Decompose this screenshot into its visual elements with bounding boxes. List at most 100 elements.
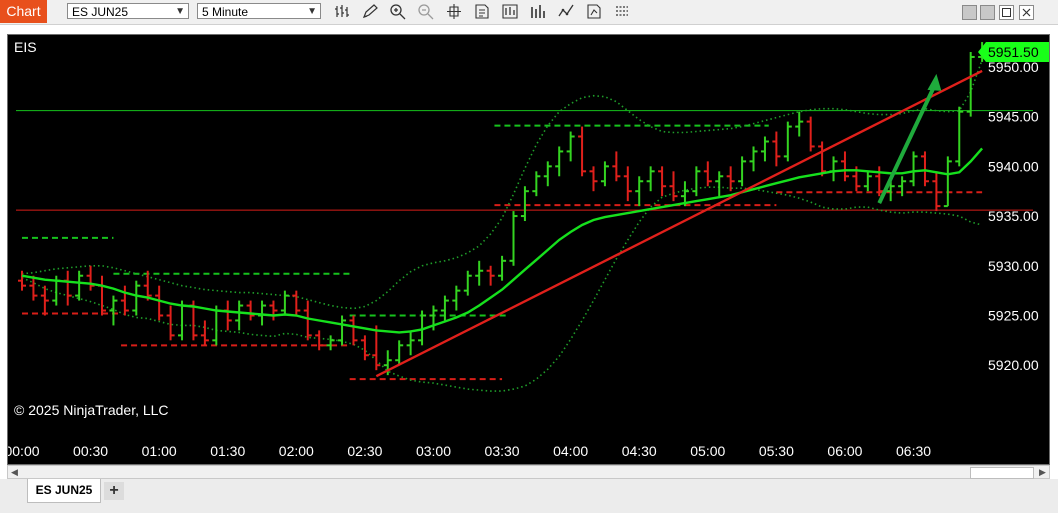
ohlc-bar xyxy=(578,126,587,177)
ohlc-bar xyxy=(635,176,644,207)
ohlc-bar xyxy=(338,315,347,346)
ohlc-bar xyxy=(623,166,632,202)
arrow-line xyxy=(877,85,937,204)
ohlc-bar xyxy=(452,285,461,311)
add-tab-button[interactable]: + xyxy=(104,482,124,500)
restore-icon[interactable] xyxy=(999,5,1014,20)
ohlc-bar xyxy=(200,320,209,346)
ohlc-bar xyxy=(669,171,678,202)
ohlc-bar xyxy=(532,171,541,197)
interval-value: 5 Minute xyxy=(202,5,249,19)
crosshair-icon[interactable] xyxy=(445,3,463,20)
window-2-icon[interactable] xyxy=(980,5,995,20)
ohlc-bar xyxy=(86,265,95,291)
zoom-in-icon[interactable] xyxy=(389,3,407,20)
horizontal-scrollbar[interactable]: ◀ ▶ xyxy=(7,465,1050,479)
x-axis-tick-label: 04:30 xyxy=(622,443,657,459)
x-axis-tick-label: 03:00 xyxy=(416,443,451,459)
y-axis-tick-label: 5925.00 xyxy=(988,307,1039,323)
y-axis-tick-label: 5945.00 xyxy=(988,109,1039,125)
ohlc-bar xyxy=(692,166,701,197)
ohlc-bar xyxy=(909,151,918,187)
ohlc-bar xyxy=(303,300,312,341)
arrow-head xyxy=(927,73,942,91)
templates-icon[interactable] xyxy=(613,3,631,20)
zoom-out-icon[interactable] xyxy=(417,3,435,20)
ohlc-bar xyxy=(509,211,518,266)
scroll-left-icon[interactable]: ◀ xyxy=(11,466,18,478)
properties-icon[interactable] xyxy=(473,3,491,20)
ohlc-bar xyxy=(326,335,335,351)
ohlc-bar xyxy=(738,156,747,187)
x-axis-tick-label: 01:30 xyxy=(210,443,245,459)
ohlc-bar xyxy=(920,151,929,187)
data-box-icon[interactable] xyxy=(501,3,519,20)
scroll-right-icon[interactable]: ▶ xyxy=(1039,466,1046,478)
ohlc-bar xyxy=(840,151,849,182)
y-axis-tick-label: 5935.00 xyxy=(988,208,1039,224)
ohlc-bar xyxy=(440,295,449,321)
ohlc-bar xyxy=(943,156,952,208)
bar-type-icon[interactable] xyxy=(333,3,351,20)
ohlc-bar xyxy=(29,275,38,301)
close-icon[interactable] xyxy=(1019,5,1034,20)
ohlc-bar xyxy=(783,121,792,162)
chart-toolbar: Chart ES JUN25 ▼ 5 Minute ▼ xyxy=(0,0,1058,25)
ohlc-bar xyxy=(155,285,164,321)
ohlc-bar xyxy=(806,116,815,152)
ohlc-bar xyxy=(829,156,838,182)
ohlc-bar xyxy=(63,270,72,306)
ohlc-bar xyxy=(269,300,278,321)
y-axis-tick-label: 5940.00 xyxy=(988,158,1039,174)
ohlc-bar xyxy=(463,270,472,296)
current-price-label: 5951.50 xyxy=(988,44,1039,60)
ohlc-bar xyxy=(406,330,415,356)
ohlc-bar xyxy=(120,285,129,316)
x-axis-tick-label: 02:30 xyxy=(347,443,382,459)
ohlc-bar xyxy=(658,166,667,197)
strategies-icon[interactable] xyxy=(585,3,603,20)
ohlc-bar xyxy=(612,151,621,182)
ohlc-bar xyxy=(235,300,244,331)
x-axis-tick-label: 02:00 xyxy=(279,443,314,459)
chart-menu-button[interactable]: Chart xyxy=(0,0,47,23)
instrument-selector[interactable]: ES JUN25 ▼ xyxy=(67,3,189,19)
ohlc-bar xyxy=(486,265,495,286)
window-1-icon[interactable] xyxy=(962,5,977,20)
x-axis-tick-label: 05:30 xyxy=(759,443,794,459)
interval-selector[interactable]: 5 Minute ▼ xyxy=(197,3,321,19)
ohlc-bar xyxy=(955,106,964,167)
ohlc-bar xyxy=(132,280,141,316)
x-axis-tick-label: 04:00 xyxy=(553,443,588,459)
ohlc-bar xyxy=(520,186,529,222)
y-axis-tick-label: 5920.00 xyxy=(988,357,1039,373)
chevron-down-icon: ▼ xyxy=(175,6,185,17)
indicators-icon[interactable] xyxy=(557,3,575,20)
ohlc-bar xyxy=(749,146,758,172)
x-axis-tick-label: 01:00 xyxy=(142,443,177,459)
ohlc-bar xyxy=(646,166,655,192)
ohlc-bar xyxy=(795,111,804,137)
ohlc-bar xyxy=(223,300,232,331)
tab-es-jun25[interactable]: ES JUN25 xyxy=(27,479,101,503)
ohlc-bar xyxy=(818,141,827,177)
x-axis-tick-label: 00:00 xyxy=(8,443,40,459)
scrollbar-thumb[interactable] xyxy=(970,467,1034,479)
price-chart[interactable]: 5950.005945.005940.005935.005930.005925.… xyxy=(8,35,1049,464)
ohlc-bar xyxy=(566,131,575,162)
x-axis-tick-label: 05:00 xyxy=(690,443,725,459)
chart-style-icon[interactable] xyxy=(529,3,547,20)
ohlc-bar xyxy=(98,275,107,316)
ohlc-bar xyxy=(18,270,26,291)
ohlc-bar xyxy=(589,166,598,192)
pencil-icon[interactable] xyxy=(361,3,379,20)
chart-panel[interactable]: 5950.00 5945.00 5940.00 5935.00 5930.00 5925.… xyxy=(7,34,1050,465)
ohlc-bar xyxy=(498,255,507,281)
x-axis-tick-label: 06:00 xyxy=(827,443,862,459)
ohlc-bar xyxy=(863,171,872,192)
ohlc-bar xyxy=(543,161,552,187)
ohlc-bar xyxy=(715,171,724,197)
ohlc-bar xyxy=(600,161,609,187)
x-axis-tick-label: 06:30 xyxy=(896,443,931,459)
ohlc-bar xyxy=(703,161,712,187)
